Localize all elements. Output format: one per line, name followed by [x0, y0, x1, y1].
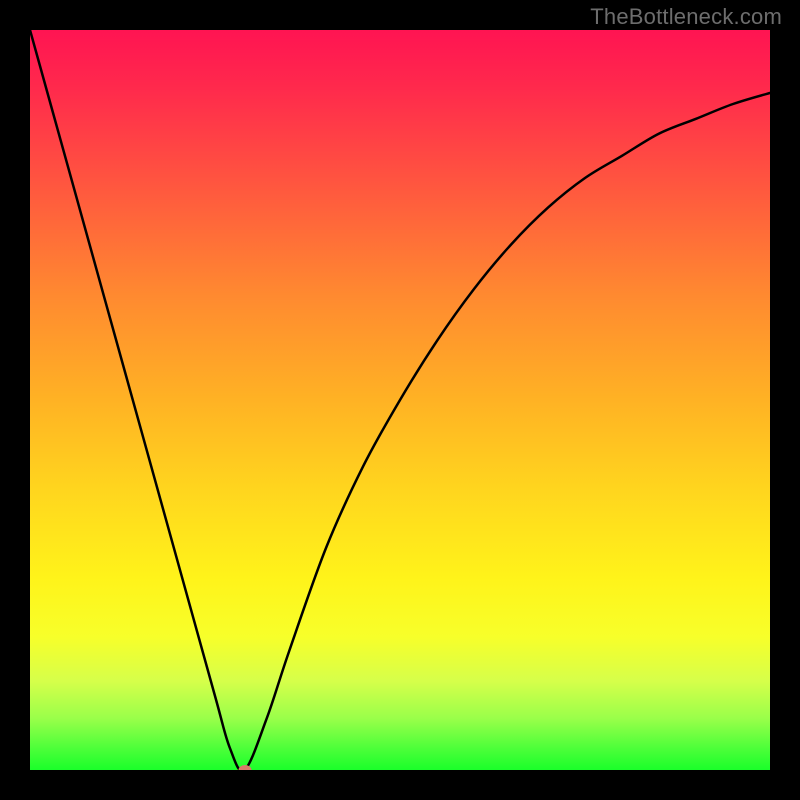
- optimal-point-marker: [238, 765, 251, 770]
- bottleneck-curve-path: [30, 30, 770, 770]
- chart-frame: TheBottleneck.com: [0, 0, 800, 800]
- curve-svg: [30, 30, 770, 770]
- watermark-text: TheBottleneck.com: [590, 4, 782, 30]
- plot-area: [30, 30, 770, 770]
